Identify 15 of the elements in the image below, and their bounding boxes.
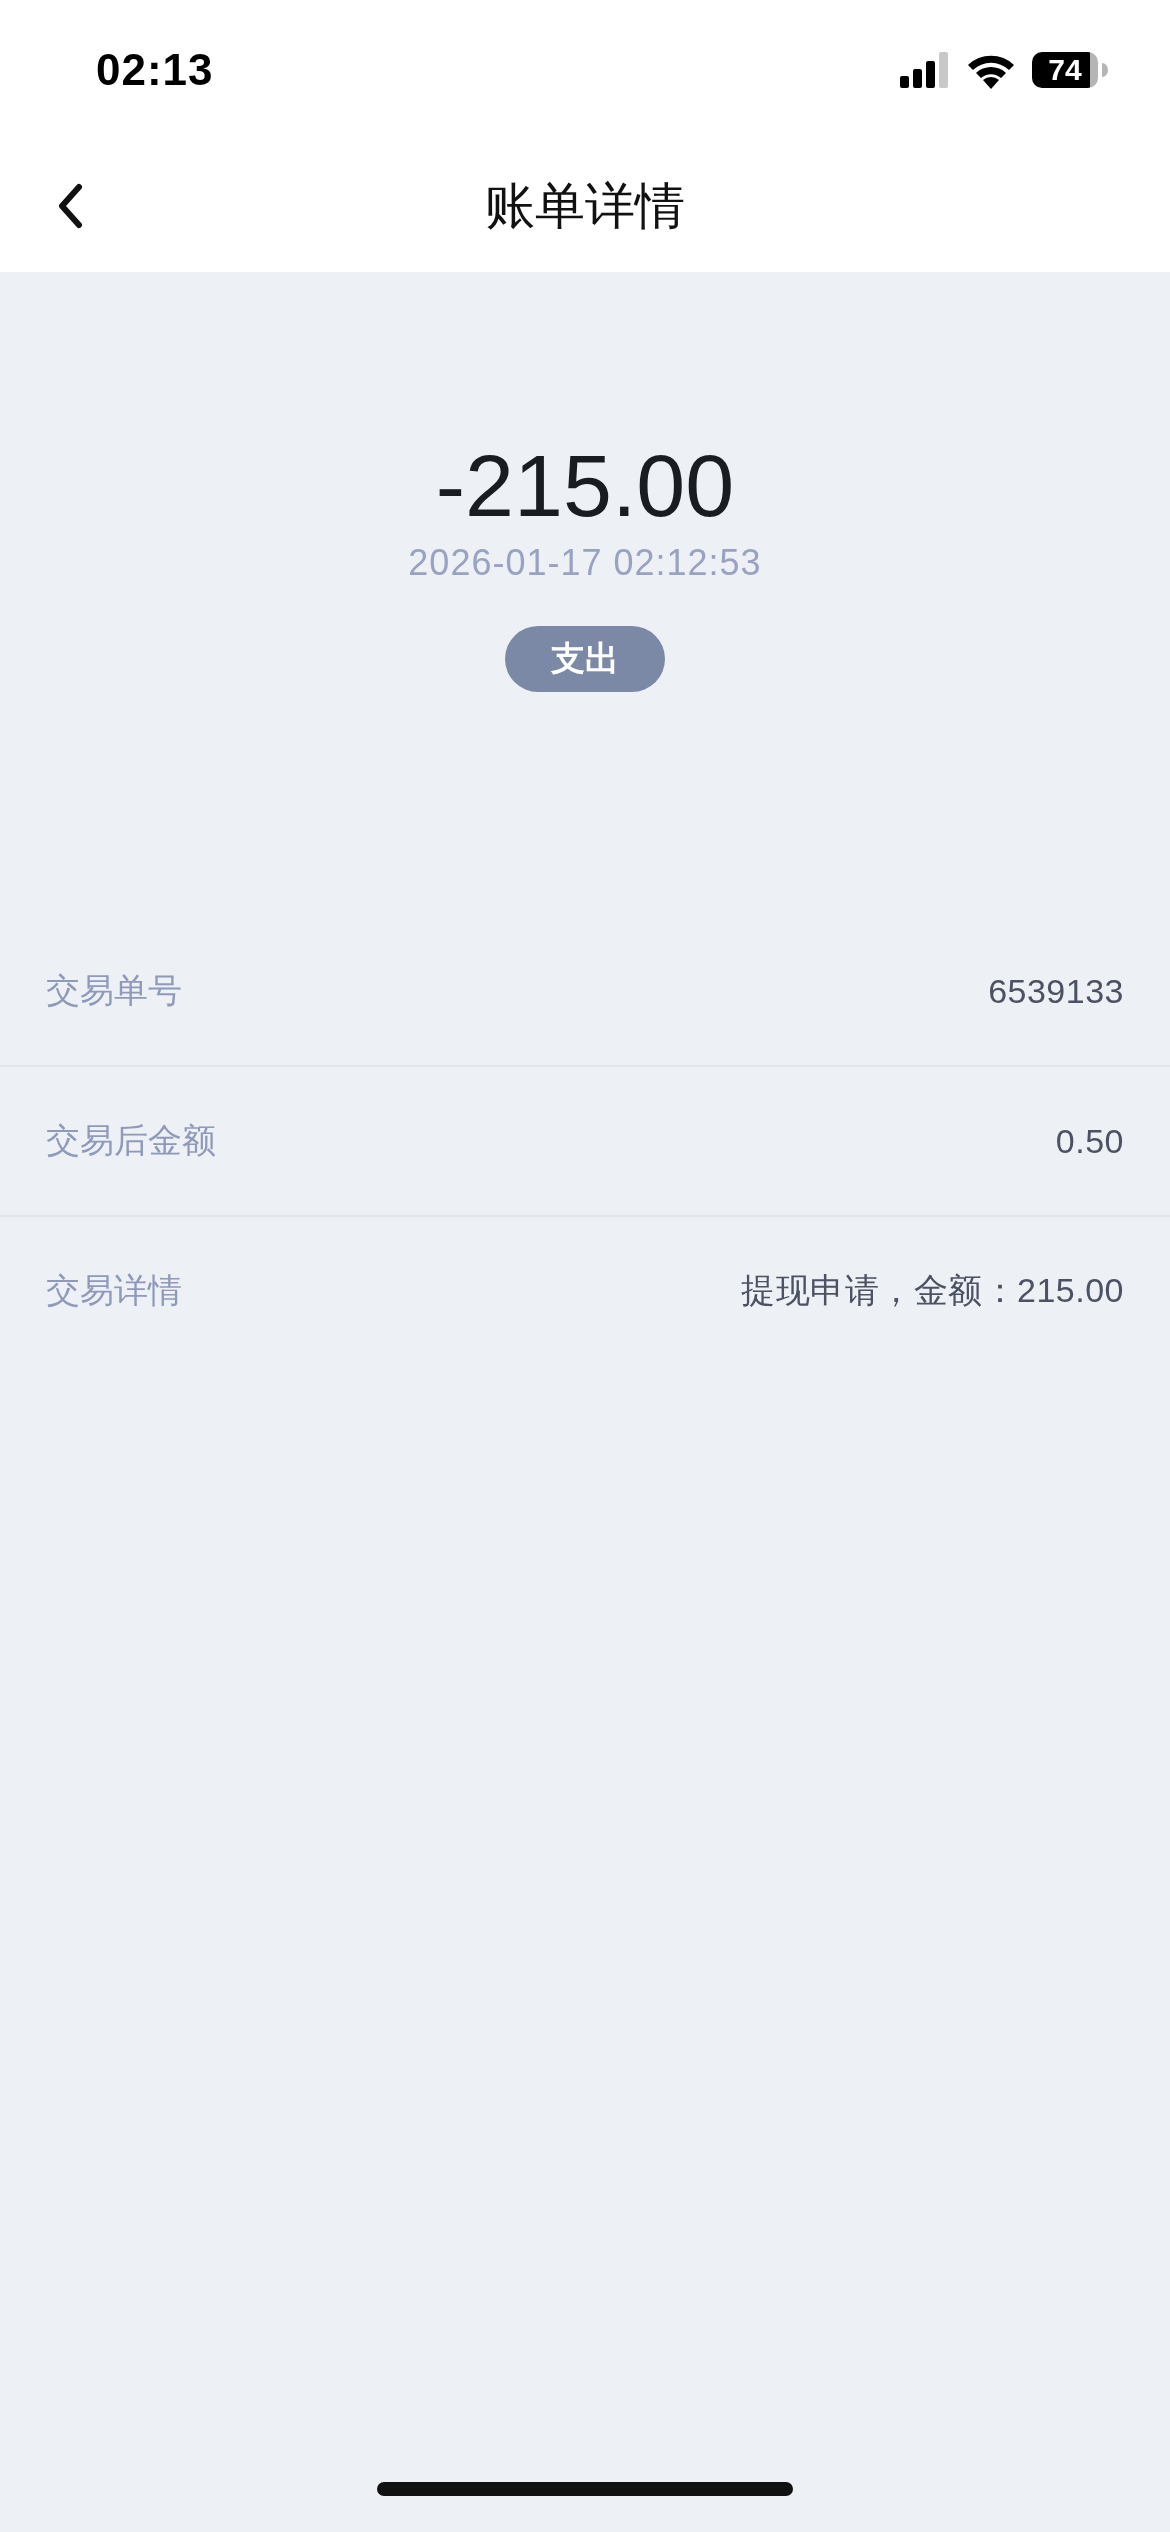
transaction-datetime: 2026-01-17 02:12:53 — [408, 542, 762, 584]
signal-icon — [900, 52, 950, 88]
type-tag: 支出 — [505, 626, 665, 692]
back-icon — [57, 183, 83, 229]
detail-value: 6539133 — [988, 971, 1124, 1011]
detail-label: 交易后金额 — [46, 1120, 216, 1161]
detail-label: 交易单号 — [46, 970, 182, 1011]
page-title: 账单详情 — [485, 176, 685, 236]
detail-label: 交易详情 — [46, 1270, 182, 1311]
detail-value: 0.50 — [1055, 1121, 1124, 1161]
amount-text: -215.00 — [435, 442, 735, 530]
battery-tip-icon — [1102, 63, 1108, 77]
status-time: 02:13 — [96, 45, 214, 95]
battery-indicator: 74 — [1032, 52, 1098, 88]
detail-value: 提现申请，金额：215.00 — [741, 1270, 1124, 1311]
